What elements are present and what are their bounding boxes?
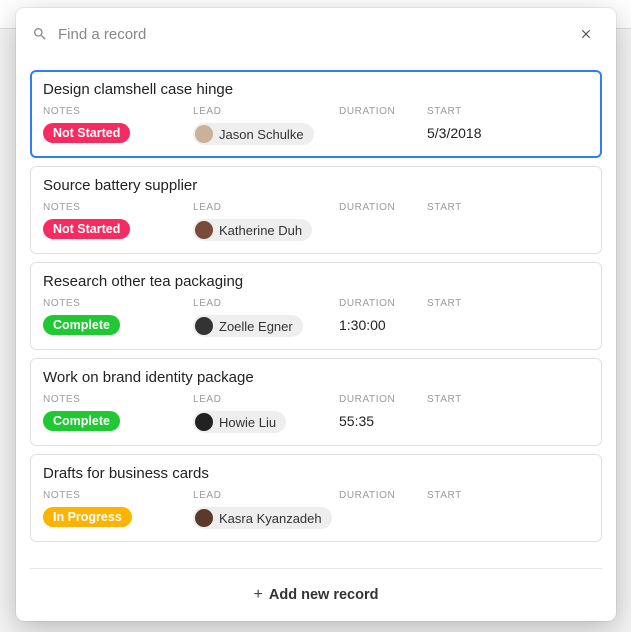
notes-header: NOTES bbox=[43, 394, 193, 405]
start-header: START bbox=[427, 106, 589, 117]
col-notes: NOTES Complete bbox=[43, 394, 193, 433]
record-card[interactable]: Drafts for business cards NOTES In Progres… bbox=[30, 454, 602, 542]
record-card[interactable]: Design clamshell case hinge NOTES Not Star… bbox=[30, 70, 602, 158]
lead-name: Zoelle Egner bbox=[219, 319, 293, 334]
col-lead: LEAD Jason Schulke bbox=[193, 106, 339, 145]
col-duration: DURATION bbox=[339, 202, 427, 241]
notes-header: NOTES bbox=[43, 202, 193, 213]
duration-header: DURATION bbox=[339, 106, 427, 117]
col-start: START bbox=[427, 298, 589, 337]
record-title: Research other tea packaging bbox=[43, 273, 589, 290]
lead-name: Katherine Duh bbox=[219, 223, 302, 238]
lead-chip: Howie Liu bbox=[193, 411, 286, 433]
add-record-label: Add new record bbox=[269, 587, 379, 603]
search-input[interactable] bbox=[58, 26, 574, 43]
record-fields-row: NOTES Complete LEAD Howie Liu DURATION 55:35S… bbox=[43, 394, 589, 433]
col-notes: NOTES Not Started bbox=[43, 106, 193, 145]
close-button[interactable] bbox=[574, 22, 598, 46]
lead-header: LEAD bbox=[193, 394, 339, 405]
record-fields-row: NOTES In Progress LEAD Kasra Kyanzadeh DURAT… bbox=[43, 490, 589, 529]
avatar bbox=[195, 509, 213, 527]
col-start: START 5/3/2018 bbox=[427, 106, 589, 145]
record-title: Drafts for business cards bbox=[43, 465, 589, 482]
record-title: Source battery supplier bbox=[43, 177, 589, 194]
lead-chip: Kasra Kyanzadeh bbox=[193, 507, 332, 529]
avatar bbox=[195, 413, 213, 431]
lead-header: LEAD bbox=[193, 106, 339, 117]
close-icon bbox=[579, 27, 593, 41]
duration-header: DURATION bbox=[339, 202, 427, 213]
records-list: Design clamshell case hinge NOTES Not Star… bbox=[16, 60, 616, 568]
search-row bbox=[16, 8, 616, 60]
col-duration: DURATION 55:35 bbox=[339, 394, 427, 433]
col-lead: LEAD Howie Liu bbox=[193, 394, 339, 433]
lead-header: LEAD bbox=[193, 298, 339, 309]
record-fields-row: NOTES Not Started LEAD Katherine Duh DURATIO… bbox=[43, 202, 589, 241]
notes-header: NOTES bbox=[43, 298, 193, 309]
col-notes: NOTES Complete bbox=[43, 298, 193, 337]
record-card[interactable]: Source battery supplier NOTES Not Started L… bbox=[30, 166, 602, 254]
record-card[interactable]: Research other tea packaging NOTES Complet… bbox=[30, 262, 602, 350]
record-picker-modal: Design clamshell case hinge NOTES Not Star… bbox=[16, 8, 616, 621]
lead-header: LEAD bbox=[193, 490, 339, 501]
start-value: 5/3/2018 bbox=[427, 123, 589, 143]
duration-header: DURATION bbox=[339, 490, 427, 501]
col-lead: LEAD Zoelle Egner bbox=[193, 298, 339, 337]
lead-chip: Jason Schulke bbox=[193, 123, 314, 145]
col-notes: NOTES Not Started bbox=[43, 202, 193, 241]
duration-value: 1:30:00 bbox=[339, 315, 427, 335]
status-badge: Not Started bbox=[43, 123, 130, 143]
col-duration: DURATION bbox=[339, 106, 427, 145]
col-lead: LEAD Kasra Kyanzadeh bbox=[193, 490, 339, 529]
avatar bbox=[195, 221, 213, 239]
lead-name: Jason Schulke bbox=[219, 127, 304, 142]
duration-header: DURATION bbox=[339, 298, 427, 309]
notes-header: NOTES bbox=[43, 490, 193, 501]
col-notes: NOTES In Progress bbox=[43, 490, 193, 529]
record-fields-row: NOTES Complete LEAD Zoelle Egner DURATION 1:3… bbox=[43, 298, 589, 337]
start-header: START bbox=[427, 298, 589, 309]
status-badge: In Progress bbox=[43, 507, 132, 527]
record-fields-row: NOTES Not Started LEAD Jason Schulke DURATIO… bbox=[43, 106, 589, 145]
col-start: START bbox=[427, 202, 589, 241]
start-header: START bbox=[427, 394, 589, 405]
status-badge: Complete bbox=[43, 411, 120, 431]
lead-chip: Katherine Duh bbox=[193, 219, 312, 241]
record-title: Design clamshell case hinge bbox=[43, 81, 589, 98]
lead-name: Howie Liu bbox=[219, 415, 276, 430]
col-duration: DURATION 1:30:00 bbox=[339, 298, 427, 337]
start-header: START bbox=[427, 202, 589, 213]
status-badge: Complete bbox=[43, 315, 120, 335]
col-duration: DURATION bbox=[339, 490, 427, 529]
add-new-record-button[interactable]: + Add new record bbox=[16, 569, 616, 621]
duration-header: DURATION bbox=[339, 394, 427, 405]
col-start: START bbox=[427, 394, 589, 433]
duration-value: 55:35 bbox=[339, 411, 427, 431]
lead-chip: Zoelle Egner bbox=[193, 315, 303, 337]
col-start: START bbox=[427, 490, 589, 529]
col-lead: LEAD Katherine Duh bbox=[193, 202, 339, 241]
lead-name: Kasra Kyanzadeh bbox=[219, 511, 322, 526]
plus-icon: + bbox=[254, 587, 263, 603]
lead-header: LEAD bbox=[193, 202, 339, 213]
start-header: START bbox=[427, 490, 589, 501]
record-title: Work on brand identity package bbox=[43, 369, 589, 386]
record-card[interactable]: Work on brand identity package NOTES Compl… bbox=[30, 358, 602, 446]
avatar bbox=[195, 125, 213, 143]
status-badge: Not Started bbox=[43, 219, 130, 239]
search-icon bbox=[32, 26, 48, 42]
avatar bbox=[195, 317, 213, 335]
notes-header: NOTES bbox=[43, 106, 193, 117]
